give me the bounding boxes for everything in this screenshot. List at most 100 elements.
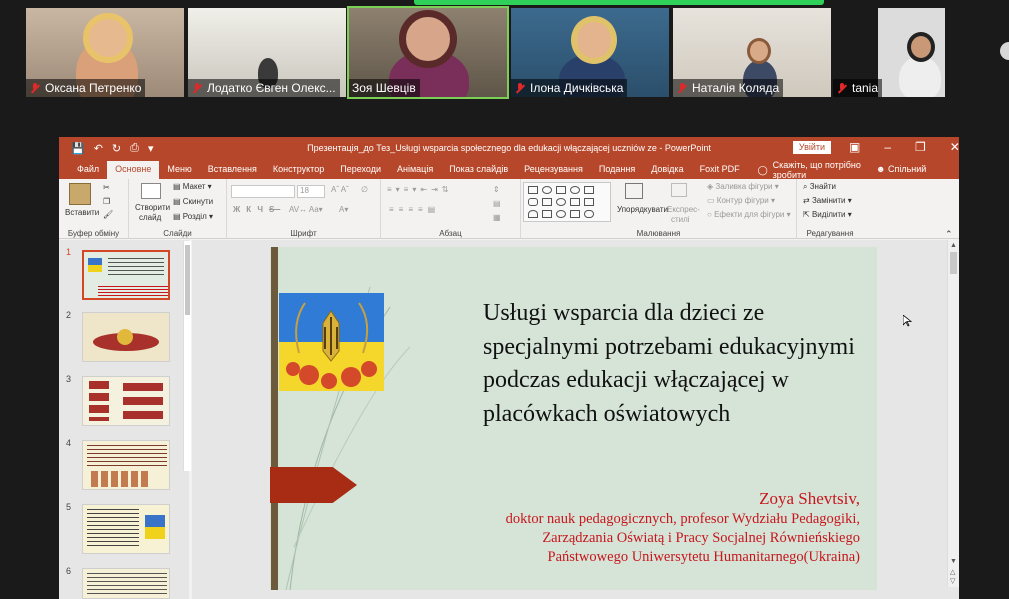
shape-icon[interactable]: [584, 186, 594, 194]
shapes-gallery[interactable]: [523, 182, 611, 222]
shape-fill-button[interactable]: ◈ Заливка фігури ▾: [707, 182, 779, 191]
text-direction-icon[interactable]: ⇕: [493, 185, 500, 194]
participant-tile[interactable]: Ілона Дичківська: [511, 8, 669, 97]
arrange-icon[interactable]: [625, 183, 643, 199]
prev-slide-icon[interactable]: △: [950, 568, 955, 576]
participant-tile[interactable]: Оксана Петренко: [26, 8, 184, 97]
shape-icon[interactable]: [570, 198, 580, 206]
participant-tile[interactable]: tania: [833, 8, 945, 97]
shape-icon[interactable]: [542, 210, 552, 218]
tab-view[interactable]: Подання: [591, 161, 643, 179]
shape-icon[interactable]: [570, 210, 580, 218]
thumbnail-number: 3: [66, 374, 72, 384]
login-button[interactable]: Увійти: [793, 141, 831, 154]
layout-button[interactable]: ▤ Макет ▾: [173, 182, 212, 191]
shape-icon[interactable]: [542, 198, 552, 206]
new-slide-button[interactable]: Створити: [135, 203, 170, 212]
font-style-buttons[interactable]: ЖКЧS: [233, 205, 280, 214]
tab-home[interactable]: Основне: [107, 161, 160, 179]
smartart-icon[interactable]: ▦: [493, 213, 501, 222]
customize-quick-access-icon[interactable]: ▾: [148, 142, 154, 155]
align-icons[interactable]: ≡≡≡≡▤: [389, 205, 440, 214]
shape-effects-button[interactable]: ○ Ефекти для фігури ▾: [707, 210, 791, 219]
slide-thumbnail[interactable]: [82, 568, 170, 599]
editor-scrollbar[interactable]: ▲ ▼ △ ▽: [947, 240, 959, 587]
copy-icon[interactable]: ❐: [103, 197, 110, 206]
thumbnail-scrollbar[interactable]: [183, 241, 191, 471]
tab-slideshow[interactable]: Показ слайдів: [441, 161, 516, 179]
participant-tile[interactable]: Наталія Коляда: [673, 8, 831, 97]
participant-tile[interactable]: Лодатко Євген Олекс...: [188, 8, 346, 97]
shape-icon[interactable]: [584, 210, 594, 218]
menu-bar: Файл Основне Меню Вставлення Конструктор…: [59, 159, 959, 191]
paste-button[interactable]: Вставити: [65, 208, 99, 217]
scroll-up-icon[interactable]: ▲: [950, 242, 957, 249]
author-affiliation: Zarządzania Oświatą i Pracy Socjalnej Ró…: [542, 530, 860, 546]
tab-help[interactable]: Довідка: [643, 161, 691, 179]
scroll-thumb[interactable]: [950, 252, 957, 274]
share-button[interactable]: ☻ Спільний доступ: [876, 161, 959, 191]
slide-title[interactable]: Usługi wsparcia dla dzieci ze specjalnym…: [483, 297, 863, 431]
scroll-down-icon[interactable]: ▼: [950, 558, 957, 565]
slideshow-icon[interactable]: ⎙: [130, 142, 139, 155]
tab-design[interactable]: Конструктор: [265, 161, 332, 179]
slide-thumbnail[interactable]: [82, 376, 170, 426]
shape-outline-button[interactable]: ▭ Контур фігури ▾: [707, 196, 775, 205]
slide-thumbnail[interactable]: [82, 504, 170, 554]
format-painter-icon[interactable]: 🖌: [103, 210, 113, 219]
arrange-button[interactable]: Упорядкувати: [617, 205, 668, 214]
slide-thumbnail[interactable]: [82, 440, 170, 490]
shape-icon[interactable]: [556, 186, 566, 194]
shape-icon[interactable]: [528, 198, 538, 206]
slide-author-block[interactable]: Zoya Shevtsiv, doktor nauk pedagogicznyc…: [506, 487, 860, 567]
find-button[interactable]: ⌕ Знайти: [803, 182, 836, 192]
select-button[interactable]: ⇱ Виділити ▾: [803, 210, 852, 219]
cut-icon[interactable]: ✂: [103, 183, 110, 192]
tab-transitions[interactable]: Переходи: [332, 161, 389, 179]
shape-icon[interactable]: [528, 186, 538, 194]
char-spacing-icon[interactable]: AV↔ Aa▾: [289, 205, 323, 214]
shape-icon[interactable]: [570, 186, 580, 194]
grow-font-icon[interactable]: Aˆ Aˇ: [331, 185, 349, 194]
replace-button[interactable]: ⇄ Замінити ▾: [803, 196, 852, 205]
ribbon-display-icon[interactable]: ▣: [849, 140, 860, 154]
close-icon[interactable]: ✕: [950, 140, 960, 154]
minimize-icon[interactable]: –: [884, 140, 891, 154]
tab-animations[interactable]: Анімація: [389, 161, 441, 179]
undo-icon[interactable]: ↶: [94, 142, 103, 155]
author-name: Zoya Shevtsiv,: [759, 489, 860, 508]
font-name-field[interactable]: [231, 185, 295, 198]
collapse-ribbon-icon[interactable]: ⌃: [945, 229, 953, 240]
reset-button[interactable]: ▤ Скинути: [173, 197, 213, 206]
section-button[interactable]: ▤ Розділ ▾: [173, 212, 213, 221]
tell-me-box[interactable]: ◯ Скажіть, що потрібно зробити: [748, 160, 876, 180]
slide-thumbnail[interactable]: [82, 312, 170, 362]
align-text-icon[interactable]: ▤: [493, 199, 501, 208]
next-slide-icon[interactable]: ▽: [950, 577, 955, 585]
slide-thumbnail[interactable]: [82, 250, 170, 300]
shape-icon[interactable]: [542, 186, 552, 194]
participant-tile-active[interactable]: Зоя Шевців: [347, 6, 509, 99]
shape-icon[interactable]: [584, 198, 594, 206]
restore-icon[interactable]: ❐: [915, 140, 926, 154]
font-size-field[interactable]: 18: [297, 185, 325, 198]
clear-format-icon[interactable]: ∅: [361, 185, 368, 194]
shape-icon[interactable]: [528, 210, 538, 218]
tab-review[interactable]: Рецензування: [516, 161, 591, 179]
tab-menu[interactable]: Меню: [159, 161, 199, 179]
list-icons[interactable]: ≡▾≡▾⇤⇥⇅: [387, 185, 452, 194]
font-color-icon[interactable]: A▾: [339, 205, 348, 214]
new-slide-icon[interactable]: [141, 183, 161, 199]
paste-icon[interactable]: [69, 183, 91, 205]
shape-icon[interactable]: [556, 210, 566, 218]
save-icon[interactable]: 💾: [71, 142, 85, 155]
tab-foxit-pdf[interactable]: Foxit PDF: [692, 161, 748, 179]
tab-file[interactable]: Файл: [69, 161, 107, 179]
next-page-handle[interactable]: [1000, 42, 1009, 60]
slide-canvas[interactable]: Usługi wsparcia dla dzieci ze specjalnym…: [270, 247, 877, 590]
muted-mic-icon: [191, 82, 203, 94]
quick-styles-icon[interactable]: [671, 183, 687, 197]
redo-icon[interactable]: ↻: [112, 142, 121, 155]
shape-icon[interactable]: [556, 198, 566, 206]
tab-insert[interactable]: Вставлення: [200, 161, 265, 179]
